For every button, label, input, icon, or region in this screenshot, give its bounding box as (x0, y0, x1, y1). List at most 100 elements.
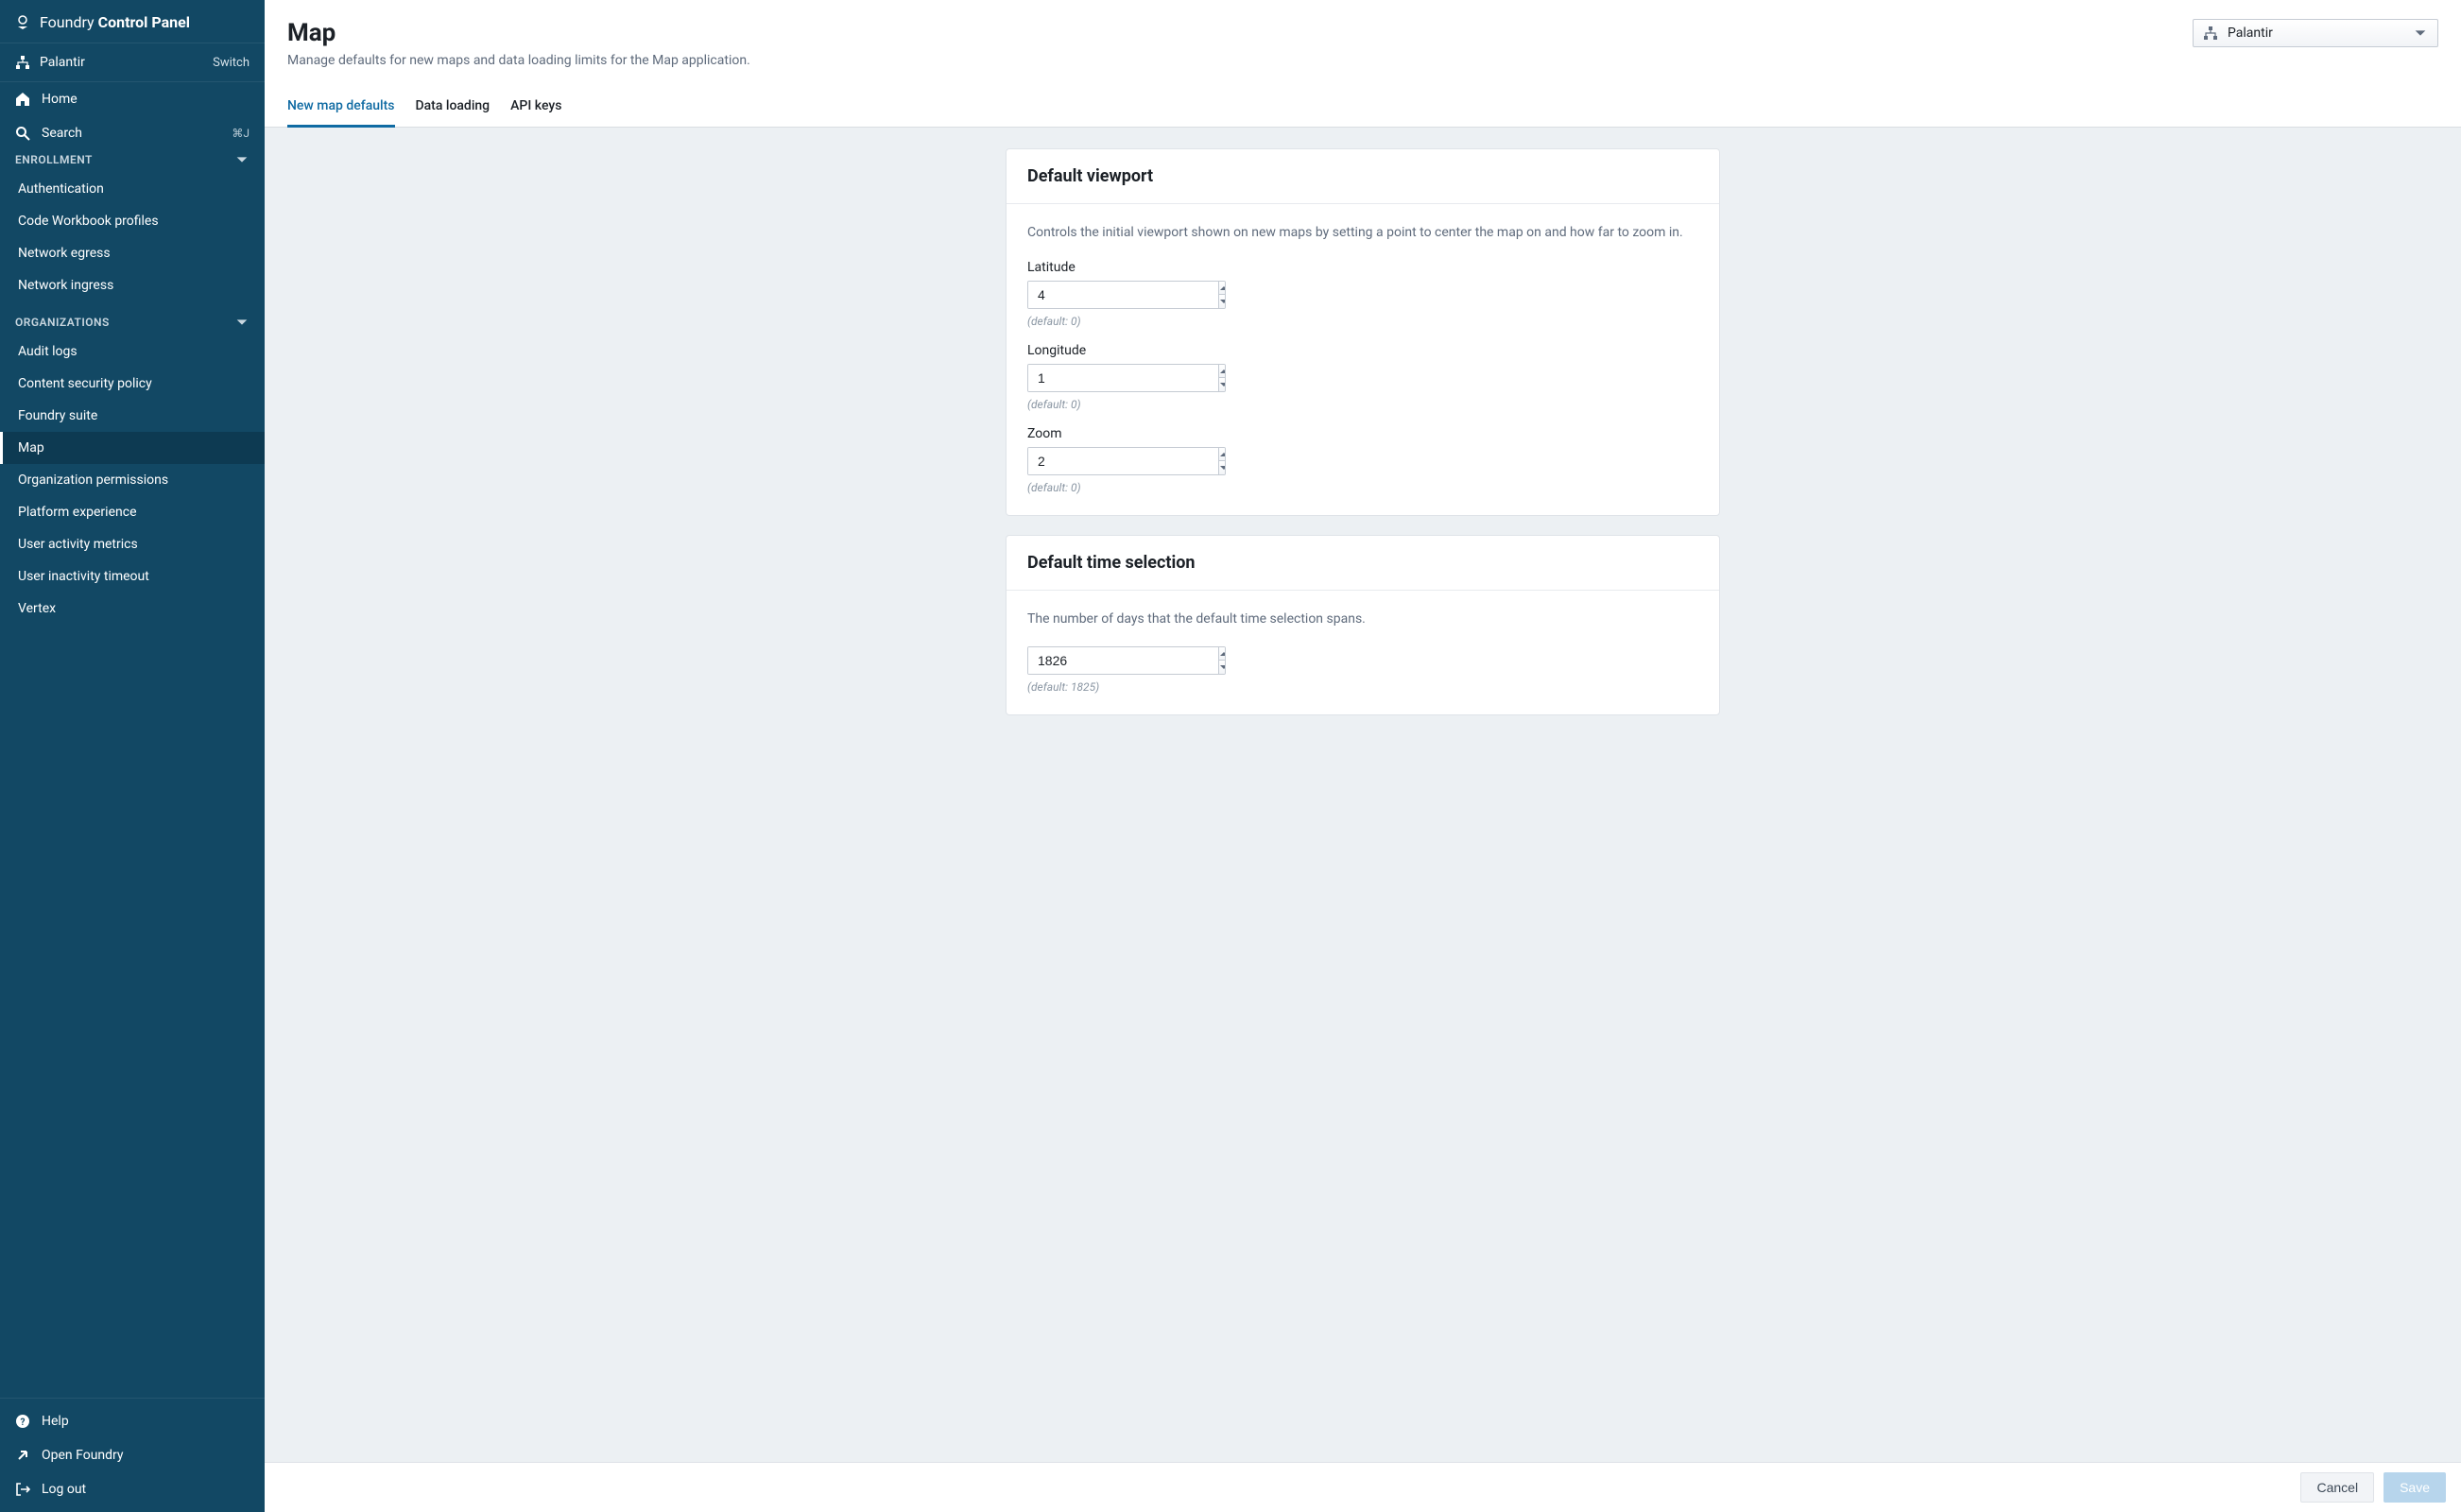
page-header: Map Manage defaults for new maps and dat… (265, 0, 2461, 68)
tab-data-loading[interactable]: Data loading (416, 89, 490, 128)
longitude-input[interactable] (1028, 365, 1218, 391)
latitude-input-wrap (1027, 281, 1226, 309)
sidebar-org-row: Palantir Switch (0, 43, 265, 82)
sidebar-item-platform-experience[interactable]: Platform experience (0, 496, 265, 528)
sidebar-static-nav: Home Search ⌘J (0, 82, 265, 150)
brand-first: Foundry (40, 13, 95, 31)
zoom-step-down[interactable] (1219, 461, 1226, 474)
org-switch-link[interactable]: Switch (213, 56, 250, 70)
sidebar-item-code-workbook-profiles[interactable]: Code Workbook profiles (0, 205, 265, 237)
days-input[interactable] (1028, 647, 1218, 674)
main: Map Manage defaults for new maps and dat… (265, 0, 2461, 1512)
sidebar-item-user-inactivity-timeout[interactable]: User inactivity timeout (0, 560, 265, 593)
card-desc-time: The number of days that the default time… (1027, 610, 1698, 629)
brand-text: Foundry Control Panel (40, 13, 190, 31)
nav-open-foundry[interactable]: Open Foundry (0, 1438, 265, 1472)
section-enrollment-header[interactable]: ENROLLMENT (0, 150, 265, 173)
chevron-down-icon (2413, 26, 2428, 41)
org-selector[interactable]: Palantir (2193, 19, 2438, 47)
tab-new-map-defaults[interactable]: New map defaults (287, 89, 395, 128)
org-tree-icon (15, 55, 30, 70)
section-orgs-list: Audit logsContent security policyFoundry… (0, 335, 265, 625)
search-icon (15, 126, 30, 141)
label-latitude: Latitude (1027, 260, 1698, 275)
nav-search[interactable]: Search ⌘J (0, 116, 265, 150)
sidebar-item-audit-logs[interactable]: Audit logs (0, 335, 265, 368)
sidebar-item-content-security-policy[interactable]: Content security policy (0, 368, 265, 400)
latitude-step-up[interactable] (1219, 282, 1226, 295)
org-selector-label: Palantir (2228, 26, 2273, 41)
nav-log-out-label: Log out (42, 1482, 86, 1497)
nav-home[interactable]: Home (0, 82, 265, 116)
label-zoom: Zoom (1027, 426, 1698, 441)
card-title-time: Default time selection (1027, 553, 1698, 573)
card-title-viewport: Default viewport (1027, 166, 1698, 186)
org-tree-icon (2203, 26, 2218, 41)
nav-help-label: Help (42, 1414, 69, 1429)
sidebar-item-user-activity-metrics[interactable]: User activity metrics (0, 528, 265, 560)
page-subtitle: Manage defaults for new maps and data lo… (287, 53, 750, 68)
section-orgs-header[interactable]: ORGANIZATIONS (0, 301, 265, 335)
days-input-wrap (1027, 646, 1226, 675)
sidebar-item-authentication[interactable]: Authentication (0, 173, 265, 205)
chevron-down-icon (234, 315, 250, 330)
latitude-input[interactable] (1028, 282, 1218, 308)
tab-api-keys[interactable]: API keys (510, 89, 561, 128)
days-step-up[interactable] (1219, 647, 1226, 661)
zoom-input[interactable] (1028, 448, 1218, 474)
nav-help[interactable]: ? Help (0, 1404, 265, 1438)
sidebar-scroll[interactable]: ENROLLMENT AuthenticationCode Workbook p… (0, 150, 265, 1398)
brand-row: Foundry Control Panel (0, 0, 265, 43)
latitude-step-down[interactable] (1219, 295, 1226, 308)
sidebar-item-vertex[interactable]: Vertex (0, 593, 265, 625)
zoom-input-wrap (1027, 447, 1226, 475)
nav-log-out[interactable]: Log out (0, 1472, 265, 1506)
days-step-down[interactable] (1219, 661, 1226, 674)
card-desc-viewport: Controls the initial viewport shown on n… (1027, 223, 1698, 243)
log-out-icon (15, 1482, 30, 1497)
nav-home-label: Home (42, 92, 77, 107)
sidebar-bottom: ? Help Open Foundry Log out (0, 1398, 265, 1512)
section-enrollment-list: AuthenticationCode Workbook profilesNetw… (0, 173, 265, 301)
chevron-down-icon (234, 152, 250, 167)
label-longitude: Longitude (1027, 343, 1698, 358)
field-zoom: Zoom (default: 0) (1027, 426, 1698, 494)
sidebar: Foundry Control Panel Palantir Switch Ho… (0, 0, 265, 1512)
section-orgs-label: ORGANIZATIONS (15, 316, 110, 329)
content-scroll[interactable]: Default viewport Controls the initial vi… (265, 128, 2461, 1512)
longitude-step-down[interactable] (1219, 378, 1226, 391)
nav-open-foundry-label: Open Foundry (42, 1448, 124, 1463)
longitude-input-wrap (1027, 364, 1226, 392)
footer-bar: Cancel Save (265, 1462, 2461, 1512)
tabs: New map defaults Data loading API keys (265, 89, 2461, 128)
hint-days: (default: 1825) (1027, 680, 1698, 694)
sidebar-item-organization-permissions[interactable]: Organization permissions (0, 464, 265, 496)
hint-latitude: (default: 0) (1027, 315, 1698, 328)
sidebar-item-network-egress[interactable]: Network egress (0, 237, 265, 269)
sidebar-item-network-ingress[interactable]: Network ingress (0, 269, 265, 301)
section-enrollment-label: ENROLLMENT (15, 153, 93, 166)
save-button[interactable]: Save (2384, 1472, 2446, 1503)
svg-text:?: ? (21, 1418, 26, 1428)
help-icon: ? (15, 1414, 30, 1429)
hint-zoom: (default: 0) (1027, 481, 1698, 494)
field-longitude: Longitude (default: 0) (1027, 343, 1698, 411)
zoom-step-up[interactable] (1219, 448, 1226, 461)
open-external-icon (15, 1448, 30, 1463)
nav-search-shortcut: ⌘J (232, 127, 250, 140)
home-icon (15, 92, 30, 107)
sidebar-item-map[interactable]: Map (0, 432, 265, 464)
hint-longitude: (default: 0) (1027, 398, 1698, 411)
card-default-time: Default time selection The number of day… (1006, 535, 1720, 715)
page-title: Map (287, 19, 750, 47)
brand-second: Control Panel (98, 13, 190, 31)
sidebar-item-foundry-suite[interactable]: Foundry suite (0, 400, 265, 432)
longitude-step-up[interactable] (1219, 365, 1226, 378)
card-default-viewport: Default viewport Controls the initial vi… (1006, 148, 1720, 516)
nav-search-label: Search (42, 126, 82, 141)
field-latitude: Latitude (default: 0) (1027, 260, 1698, 328)
sidebar-org-name: Palantir (40, 55, 85, 70)
brand-logo-icon (15, 15, 30, 30)
field-days: (default: 1825) (1027, 646, 1698, 694)
cancel-button[interactable]: Cancel (2300, 1472, 2374, 1503)
